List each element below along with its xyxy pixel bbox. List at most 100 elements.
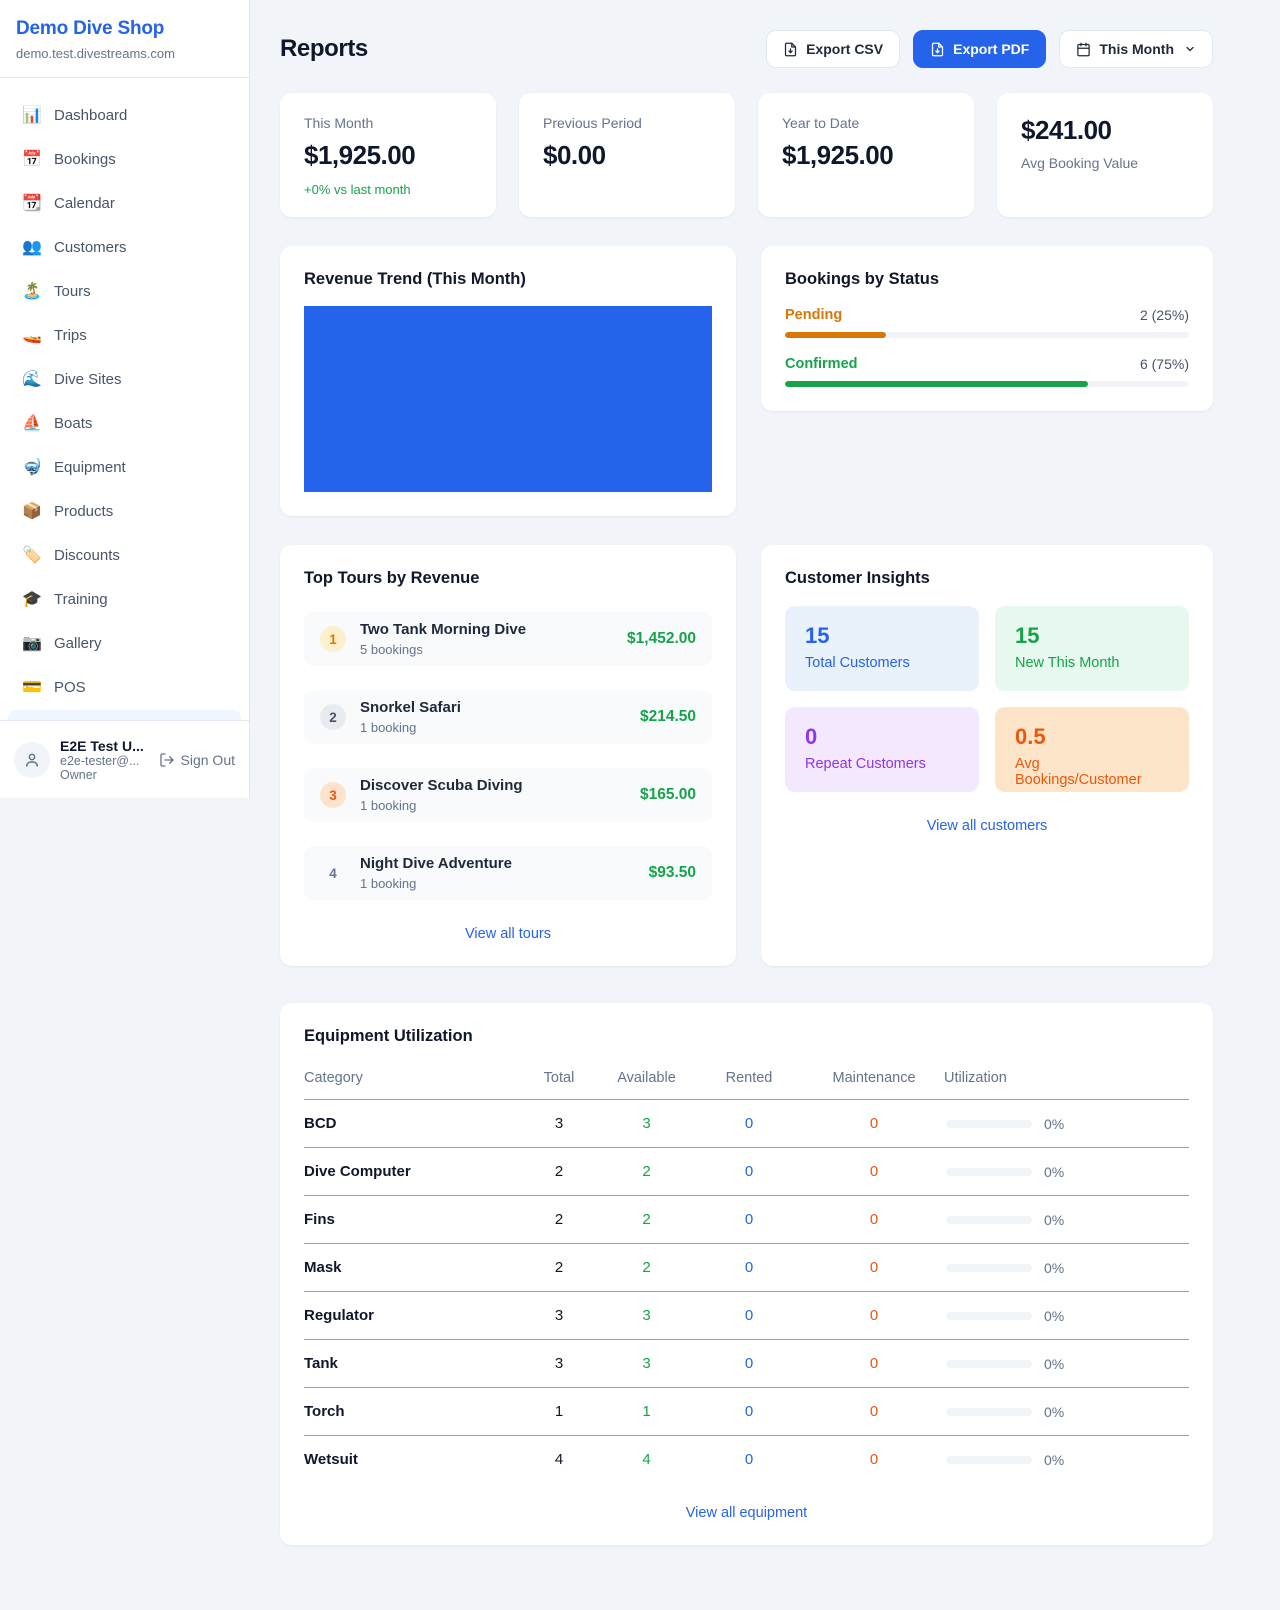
insight-value: 15 <box>1015 623 1169 649</box>
sidebar: Demo Dive Shop demo.test.divestreams.com… <box>0 0 250 798</box>
view-all-customers-link[interactable]: View all customers <box>785 818 1189 834</box>
sidebar-item-label: Trips <box>54 323 87 349</box>
sidebar-item-label: Customers <box>54 235 127 261</box>
status-row-confirmed: Confirmed 6 (75%) <box>785 356 1189 372</box>
calendar-icon <box>1076 42 1091 57</box>
equipment-category: Wetsuit <box>304 1436 519 1484</box>
utilization-bar <box>946 1312 1032 1320</box>
tour-bookings: 5 bookings <box>360 642 526 657</box>
sidebar-item-customers[interactable]: 👥 Customers <box>8 226 241 270</box>
stat-value: $1,925.00 <box>782 140 950 171</box>
top-tours-card: Top Tours by Revenue 1 Two Tank Morning … <box>280 545 736 966</box>
stat-label: This Month <box>304 115 472 131</box>
sidebar-item-dashboard[interactable]: 📊 Dashboard <box>8 94 241 138</box>
tour-amount: $214.50 <box>640 708 696 726</box>
revenue-trend-card: Revenue Trend (This Month) <box>280 246 736 516</box>
view-all-tours-link[interactable]: View all tours <box>304 926 712 942</box>
period-label: This Month <box>1099 41 1174 57</box>
sidebar-nav: 📊 Dashboard 📅 Bookings 📆 Calendar 👥 Cust… <box>0 78 249 754</box>
equipment-category: BCD <box>304 1100 519 1148</box>
utilization-bar <box>946 1120 1032 1128</box>
sidebar-item-label: Calendar <box>54 191 115 217</box>
rank-badge: 4 <box>320 860 346 886</box>
equipment-maintenance: 0 <box>804 1340 944 1388</box>
insight-label: Repeat Customers <box>805 756 959 772</box>
equipment-available: 1 <box>599 1388 694 1436</box>
sidebar-item-label: Boats <box>54 411 92 437</box>
sailboat-icon: ⛵ <box>22 411 42 437</box>
stats-row: This Month $1,925.00 +0% vs last month P… <box>280 93 1213 217</box>
tour-row: 2 Snorkel Safari 1 booking $214.50 <box>304 690 712 744</box>
tour-bookings: 1 booking <box>360 798 523 813</box>
equipment-row: Mask 2 2 0 0 0% <box>304 1244 1189 1292</box>
equipment-total: 3 <box>519 1100 599 1148</box>
sidebar-item-label: Dive Sites <box>54 367 122 393</box>
column-header: Utilization <box>944 1056 1189 1100</box>
sidebar-item-boats[interactable]: ⛵ Boats <box>8 402 241 446</box>
sidebar-user-section: E2E Test U... e2e-tester@... Owner Sign … <box>0 720 249 798</box>
equipment-row: BCD 3 3 0 0 0% <box>304 1100 1189 1148</box>
equipment-category: Regulator <box>304 1292 519 1340</box>
bookings-by-status-title: Bookings by Status <box>785 270 1189 289</box>
insight-label: Total Customers <box>805 655 959 671</box>
insight-tile-avg-bookings: 0.5 Avg Bookings/Customer <box>995 707 1189 792</box>
stat-delta: +0% vs last month <box>304 182 472 197</box>
equipment-maintenance: 0 <box>804 1100 944 1148</box>
tour-name: Discover Scuba Diving <box>360 777 523 794</box>
utilization-percent: 0% <box>1044 1212 1064 1228</box>
sidebar-item-dive-sites[interactable]: 🌊 Dive Sites <box>8 358 241 402</box>
sidebar-item-tours[interactable]: 🏝️ Tours <box>8 270 241 314</box>
export-csv-button[interactable]: Export CSV <box>766 30 900 68</box>
view-all-equipment-link[interactable]: View all equipment <box>304 1505 1189 1521</box>
equipment-category: Dive Computer <box>304 1148 519 1196</box>
sign-out-button[interactable]: Sign Out <box>159 752 235 768</box>
equipment-rented: 0 <box>694 1436 804 1484</box>
equipment-total: 1 <box>519 1388 599 1436</box>
graduation-cap-icon: 🎓 <box>22 587 42 613</box>
status-bar-track <box>785 381 1189 387</box>
equipment-total: 2 <box>519 1244 599 1292</box>
status-row-pending: Pending 2 (25%) <box>785 307 1189 323</box>
sidebar-item-trips[interactable]: 🚤 Trips <box>8 314 241 358</box>
period-dropdown[interactable]: This Month <box>1059 30 1213 68</box>
equipment-maintenance: 0 <box>804 1148 944 1196</box>
sidebar-item-training[interactable]: 🎓 Training <box>8 578 241 622</box>
equipment-maintenance: 0 <box>804 1292 944 1340</box>
calendar-date-icon: 📅 <box>22 147 42 173</box>
sidebar-item-equipment[interactable]: 🤿 Equipment <box>8 446 241 490</box>
sidebar-item-label: Equipment <box>54 455 126 481</box>
column-header: Total <box>519 1056 599 1100</box>
equipment-total: 2 <box>519 1148 599 1196</box>
sidebar-item-discounts[interactable]: 🏷️ Discounts <box>8 534 241 578</box>
logout-icon <box>159 752 175 768</box>
equipment-total: 3 <box>519 1340 599 1388</box>
file-download-icon <box>783 42 798 57</box>
person-icon <box>23 751 41 769</box>
sidebar-item-calendar[interactable]: 📆 Calendar <box>8 182 241 226</box>
sidebar-item-products[interactable]: 📦 Products <box>8 490 241 534</box>
tour-name: Snorkel Safari <box>360 699 461 716</box>
stat-label: Year to Date <box>782 115 950 131</box>
equipment-maintenance: 0 <box>804 1244 944 1292</box>
stat-value: $1,925.00 <box>304 140 472 171</box>
people-icon: 👥 <box>22 235 42 261</box>
sidebar-item-gallery[interactable]: 📷 Gallery <box>8 622 241 666</box>
tour-row: 1 Two Tank Morning Dive 5 bookings $1,45… <box>304 612 712 666</box>
stat-card-this-month: This Month $1,925.00 +0% vs last month <box>280 93 496 217</box>
export-pdf-button[interactable]: Export PDF <box>913 30 1046 68</box>
sidebar-item-bookings[interactable]: 📅 Bookings <box>8 138 241 182</box>
equipment-rented: 0 <box>694 1388 804 1436</box>
wave-icon: 🌊 <box>22 367 42 393</box>
equipment-available: 3 <box>599 1292 694 1340</box>
tour-amount: $1,452.00 <box>627 630 696 648</box>
equipment-row: Fins 2 2 0 0 0% <box>304 1196 1189 1244</box>
credit-card-icon: 💳 <box>22 675 42 701</box>
rank-badge: 2 <box>320 704 346 730</box>
equipment-rented: 0 <box>694 1100 804 1148</box>
diving-mask-icon: 🤿 <box>22 455 42 481</box>
column-header: Available <box>599 1056 694 1100</box>
status-count: 2 (25%) <box>1140 307 1189 323</box>
shop-domain: demo.test.divestreams.com <box>16 46 233 61</box>
sidebar-item-pos[interactable]: 💳 POS <box>8 666 241 710</box>
equipment-rented: 0 <box>694 1244 804 1292</box>
